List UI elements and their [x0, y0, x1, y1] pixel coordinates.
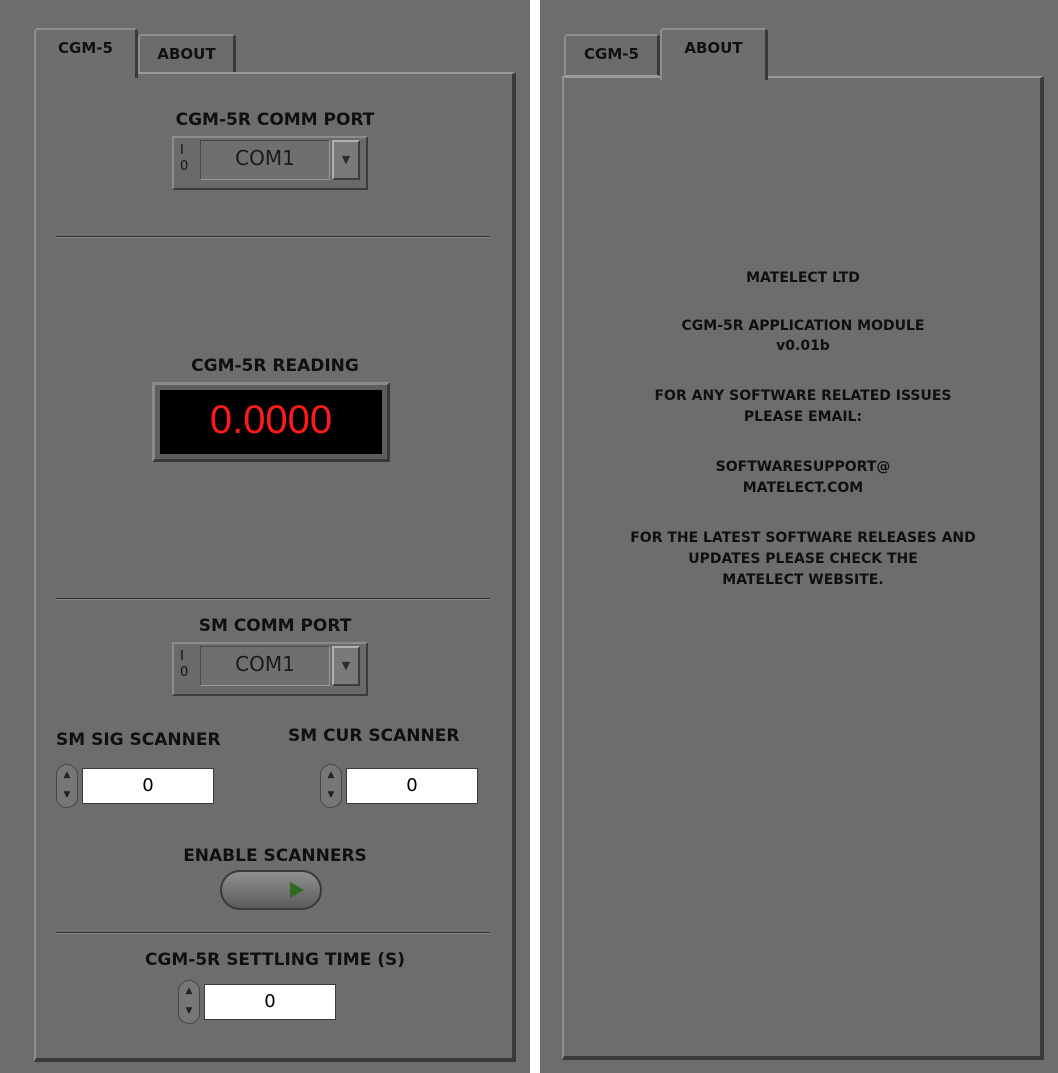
about-text-line: UPDATES PLEASE CHECK THE [688, 551, 918, 567]
sm-comm-port-value: COM1 [200, 646, 330, 686]
sm-sig-scanner-label: SM SIG SCANNER [56, 730, 221, 750]
cgm-comm-port-selector[interactable]: I 0 COM1 ▼ [172, 136, 368, 190]
divider [56, 598, 490, 600]
sm-comm-port-label: SM COMM PORT [198, 616, 352, 636]
sm-cur-scanner-input[interactable]: 0 [346, 768, 478, 804]
cgm-comm-port-value: COM1 [200, 140, 330, 180]
stepper-icon[interactable]: ▲ ▼ [320, 764, 342, 808]
settling-time-label: CGM-5R SETTLING TIME (S) [144, 950, 406, 970]
sm-cur-scanner-control: ▲ ▼ 0 [320, 764, 482, 808]
enable-scanners-toggle[interactable] [220, 870, 322, 910]
about-text-line: FOR THE LATEST SOFTWARE RELEASES AND [630, 530, 976, 546]
chevron-down-icon[interactable]: ▼ [332, 646, 360, 686]
about-text-line: FOR ANY SOFTWARE RELATED ISSUES [654, 388, 952, 404]
cgm5-panel: CGM-5 ABOUT CGM-5R COMM PORT I 0 COM1 ▼ … [0, 0, 530, 1073]
support-email: SOFTWARESUPPORT@ [715, 459, 891, 475]
io-icon: I 0 [180, 143, 189, 174]
support-email: MATELECT.COM [742, 480, 864, 496]
stepper-icon[interactable]: ▲ ▼ [56, 764, 78, 808]
divider [56, 932, 490, 934]
play-icon [290, 882, 304, 898]
reading-value: 0.0000 [160, 390, 382, 454]
module-name: CGM-5R APPLICATION MODULE [681, 318, 925, 334]
divider [56, 236, 490, 238]
settling-time-control: ▲ ▼ 0 [178, 980, 340, 1024]
sm-comm-port-selector[interactable]: I 0 COM1 ▼ [172, 642, 368, 696]
reading-label: CGM-5R READING [191, 356, 359, 376]
sm-cur-scanner-label: SM CUR SCANNER [288, 726, 460, 746]
sm-sig-scanner-control: ▲ ▼ 0 [56, 764, 218, 808]
sm-sig-scanner-input[interactable]: 0 [82, 768, 214, 804]
about-text-line: PLEASE EMAIL: [743, 409, 863, 425]
version: v0.01b [776, 338, 830, 354]
reading-display: 0.0000 [152, 382, 390, 462]
cgm-comm-port-label: CGM-5R COMM PORT [175, 110, 375, 130]
chevron-down-icon[interactable]: ▼ [332, 140, 360, 180]
company-name: MATELECT LTD [746, 270, 860, 286]
enable-scanners-label: ENABLE SCANNERS [183, 846, 367, 866]
about-text-line: MATELECT WEBSITE. [722, 572, 884, 588]
settling-time-input[interactable]: 0 [204, 984, 336, 1020]
about-panel: CGM-5 ABOUT MATELECT LTD CGM-5R APPLICAT… [540, 0, 1058, 1073]
io-icon: I 0 [180, 649, 189, 680]
stepper-icon[interactable]: ▲ ▼ [178, 980, 200, 1024]
about-text: MATELECT LTD CGM-5R APPLICATION MODULE v… [562, 0, 1044, 1073]
